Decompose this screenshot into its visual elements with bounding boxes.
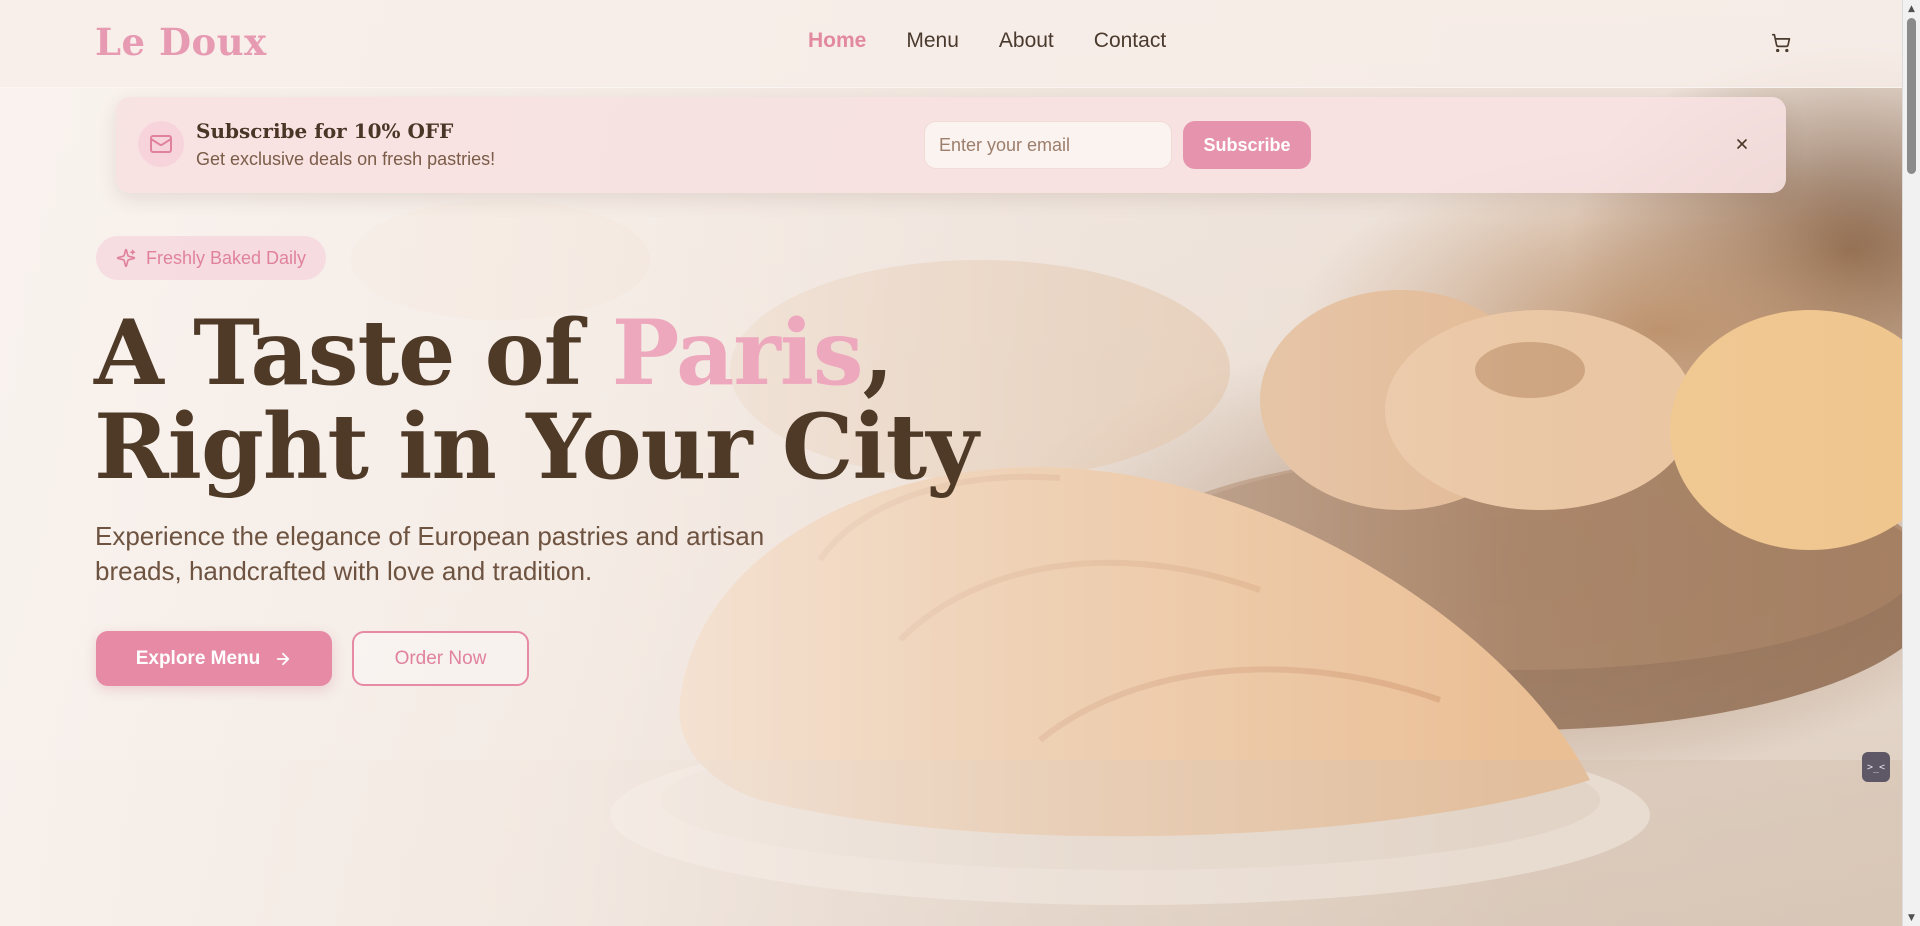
hero-title-highlight: Paris: [611, 300, 864, 406]
nav-link-menu[interactable]: Menu: [906, 29, 959, 53]
top-navbar: Le Doux Home Menu About Contact: [0, 0, 1902, 88]
hero-title-part1: A Taste of: [94, 300, 612, 406]
nav-link-contact[interactable]: Contact: [1094, 29, 1166, 53]
mail-icon-badge: [138, 121, 184, 167]
nav-link-about[interactable]: About: [999, 29, 1054, 53]
explore-menu-label: Explore Menu: [135, 647, 261, 669]
hero-description: Experience the elegance of European past…: [95, 521, 765, 586]
shopping-cart-icon: [1771, 33, 1791, 53]
subscribe-button[interactable]: Subscribe: [1183, 121, 1311, 169]
explore-menu-button[interactable]: Explore Menu: [96, 631, 332, 686]
arrow-right-icon: [277, 652, 290, 665]
nav-link-home[interactable]: Home: [808, 29, 866, 53]
hero-title-line2: Right in Your City: [94, 394, 979, 500]
scrollbar-thumb[interactable]: [1907, 18, 1916, 174]
hero-title: A Taste of Paris, Right in Your City: [94, 306, 994, 494]
close-icon: [1737, 139, 1747, 149]
banner-title: Subscribe for 10% OFF: [196, 119, 454, 143]
mail-icon: [150, 135, 172, 153]
scroll-down-arrow-icon[interactable]: ▼: [1903, 909, 1920, 926]
cart-button[interactable]: [1768, 30, 1794, 56]
banner-subtitle: Get exclusive deals on fresh pastries!: [196, 149, 496, 169]
hero-title-comma: ,: [862, 300, 894, 406]
email-input[interactable]: [924, 121, 1172, 169]
main-nav: Home Menu About Contact: [808, 29, 1166, 53]
page-scrollbar[interactable]: ▲ ▼: [1902, 0, 1920, 926]
order-now-button[interactable]: Order Now: [352, 631, 529, 686]
floating-widget-button[interactable]: >_<: [1862, 752, 1890, 782]
sparkles-icon: [116, 248, 136, 268]
freshly-baked-badge: Freshly Baked Daily: [96, 236, 327, 280]
banner-close-button[interactable]: [1728, 130, 1756, 158]
brand-logo[interactable]: Le Doux: [95, 20, 267, 64]
subscribe-banner: Subscribe for 10% OFF Get exclusive deal…: [116, 97, 1786, 193]
badge-label: Freshly Baked Daily: [146, 247, 307, 268]
scroll-up-arrow-icon[interactable]: ▲: [1903, 0, 1920, 17]
